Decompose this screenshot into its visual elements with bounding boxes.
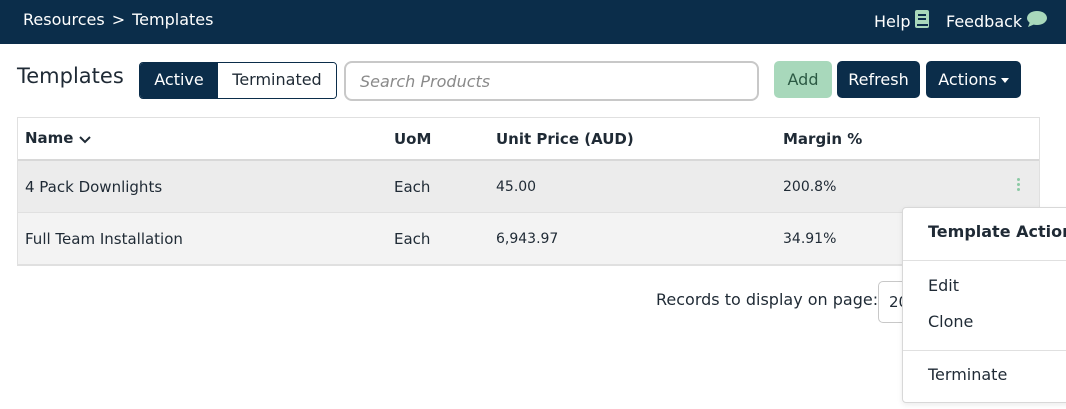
template-actions-menu: Template Actions Edit Clone Terminate	[902, 207, 1066, 403]
table-row[interactable]: Full Team Installation Each 6,943.97 34.…	[18, 213, 1039, 265]
tab-terminated[interactable]: Terminated	[218, 63, 336, 98]
menu-item-edit[interactable]: Edit	[928, 276, 959, 295]
menu-header: Template Actions	[928, 222, 1066, 241]
row-name[interactable]: 4 Pack Downlights	[25, 178, 162, 196]
column-header-unit-price[interactable]: Unit Price (AUD)	[496, 130, 634, 148]
records-per-page-label: Records to display on page:	[656, 290, 879, 309]
help-label: Help	[874, 11, 911, 31]
menu-item-terminate[interactable]: Terminate	[928, 365, 1007, 384]
column-header-uom[interactable]: UoM	[394, 130, 431, 148]
row-margin: 34.91%	[783, 230, 837, 247]
actions-label: Actions	[938, 70, 997, 89]
column-header-name-label: Name	[25, 129, 74, 148]
chevron-down-icon	[79, 130, 92, 148]
actions-dropdown-button[interactable]: Actions	[926, 61, 1021, 98]
breadcrumb: Resources > Templates	[23, 10, 213, 29]
breadcrumb-separator: >	[111, 10, 126, 29]
refresh-button[interactable]: Refresh	[837, 61, 920, 98]
column-header-margin[interactable]: Margin %	[783, 130, 862, 148]
table-header-row: Name UoM Unit Price (AUD) Margin %	[18, 118, 1039, 161]
help-link[interactable]: Help	[874, 10, 930, 32]
status-toggle: Active Terminated	[139, 62, 337, 99]
tab-active[interactable]: Active	[140, 63, 218, 98]
row-uom: Each	[394, 177, 431, 196]
feedback-label: Feedback	[946, 11, 1023, 31]
breadcrumb-templates: Templates	[132, 10, 214, 29]
table-row[interactable]: 4 Pack Downlights Each 45.00 200.8%	[18, 161, 1039, 213]
row-unit-price: 6,943.97	[496, 230, 559, 247]
add-button[interactable]: Add	[774, 61, 832, 98]
search-input[interactable]	[344, 61, 759, 101]
row-name[interactable]: Full Team Installation	[25, 230, 183, 248]
row-margin: 200.8%	[783, 178, 837, 195]
menu-divider	[903, 260, 1066, 261]
book-icon	[914, 10, 930, 32]
kebab-vertical-icon[interactable]	[1012, 178, 1024, 196]
menu-divider	[903, 350, 1066, 351]
feedback-link[interactable]: Feedback	[946, 10, 1048, 32]
row-unit-price: 45.00	[496, 178, 537, 195]
row-uom: Each	[394, 229, 431, 248]
chat-bubble-icon	[1026, 10, 1048, 32]
column-header-name[interactable]: Name	[25, 129, 92, 148]
caret-down-icon	[1000, 78, 1009, 83]
top-navbar: Resources > Templates Help Feedback	[0, 0, 1066, 44]
breadcrumb-resources[interactable]: Resources	[23, 10, 105, 29]
menu-item-clone[interactable]: Clone	[928, 312, 973, 331]
templates-table: Name UoM Unit Price (AUD) Margin % 4 Pac…	[17, 117, 1040, 266]
page-title: Templates	[17, 64, 124, 88]
